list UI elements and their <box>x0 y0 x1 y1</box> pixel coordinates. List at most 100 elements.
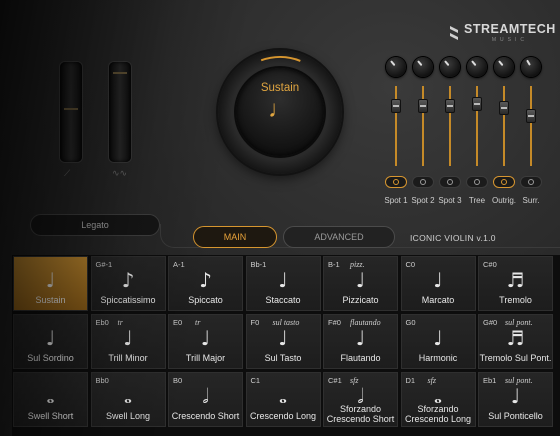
articulation-name: Crescendo Long <box>249 411 317 421</box>
articulation-cell[interactable]: G#-1 ♪ Spiccatissimo <box>90 256 166 311</box>
tab-advanced[interactable]: ADVANCED <box>283 226 395 248</box>
articulation-cell[interactable]: Bb-1 ♩ Staccato <box>245 256 321 311</box>
pan-knob[interactable] <box>386 57 406 77</box>
streamtech-logo-icon <box>450 25 458 40</box>
note-icon: ♩ <box>45 326 56 350</box>
articulation-cell[interactable]: E0 tr ♩ Trill Major <box>168 314 243 369</box>
articulation-name: Sforzando Crescendo Long <box>404 404 472 424</box>
articulation-cell[interactable]: Bb0 𝅝 Swell Long <box>90 372 166 427</box>
articulation-name: Spiccatissimo <box>100 295 156 305</box>
note-icon: ♩ <box>355 268 366 292</box>
articulation-cell[interactable]: B0 𝅗𝅥 Crescendo Short <box>168 372 243 427</box>
brand-sub: MUSIC <box>491 37 528 43</box>
articulation-cell[interactable]: D1 sfz 𝅝 Sforzando Crescendo Long <box>400 372 476 427</box>
articulation-name: Sul Tasto <box>264 353 302 363</box>
articulation-name: Tremolo Sul Pont. <box>479 353 552 363</box>
note-icon: 𝅗𝅥 <box>202 384 209 408</box>
articulation-cell[interactable]: F0 sul tasto ♩ Sul Tasto <box>245 314 321 369</box>
note-icon: ♩ <box>123 326 133 350</box>
articulation-cell[interactable]: G0 ♩ Harmonic <box>400 314 476 369</box>
note-icon: ♩ <box>510 384 521 408</box>
articulation-name: Flautando <box>340 353 381 363</box>
expression-icon: ⟋ <box>64 168 71 178</box>
note-icon: ♪ <box>121 268 135 292</box>
fader-track <box>503 86 505 166</box>
note-icon: ♪ <box>199 268 212 292</box>
tab-main[interactable]: MAIN <box>193 226 277 248</box>
articulation-name: Swell Short <box>27 411 74 421</box>
pan-knob[interactable] <box>467 57 487 77</box>
mic-toggle-button[interactable] <box>412 176 434 188</box>
note-icon: ♩ <box>433 326 443 350</box>
mic-toggle-button[interactable] <box>385 176 407 188</box>
pan-knob[interactable] <box>494 57 514 77</box>
fader-track <box>530 86 532 166</box>
note-icon: ♬ <box>506 268 525 292</box>
articulation-name: Trill Minor <box>108 353 148 363</box>
instrument-panel: STREAMTECH MUSIC ⟋ ∿∿ Sustain ♩ Spot 1 Sp… <box>0 0 560 436</box>
articulation-cell[interactable]: C#1 sfz 𝅗𝅥 Sforzando Crescendo Short <box>323 372 398 427</box>
note-icon: ♬ <box>506 326 525 350</box>
expression-wheel[interactable] <box>60 62 82 162</box>
articulation-name: Harmonic <box>418 353 458 363</box>
articulation-cell[interactable]: G#0 sul pont. ♬ Tremolo Sul Pont. <box>478 314 553 369</box>
articulation-cell[interactable]: F#0 flautando ♩ Flautando <box>323 314 398 369</box>
fader-handle[interactable] <box>472 96 482 111</box>
articulation-name: Marcato <box>421 295 455 305</box>
note-icon: ♩ <box>278 326 288 350</box>
mic-toggle-button[interactable] <box>520 176 542 188</box>
articulation-name: Crescendo Short <box>171 411 240 421</box>
articulation-cell[interactable]: ♩ Sul Sordino <box>13 314 88 369</box>
legato-button[interactable]: Legato <box>30 214 160 236</box>
articulation-name: Sustain <box>35 295 66 305</box>
articulation-cell[interactable]: C#0 ♬ Tremolo <box>478 256 553 311</box>
mic-toggle-button[interactable] <box>439 176 461 188</box>
articulation-name: Sul Sordino <box>27 353 74 363</box>
note-icon: ♩ <box>278 268 288 292</box>
brand-logo: STREAMTECH MUSIC <box>448 22 556 43</box>
mic-label: Surr. <box>522 196 540 205</box>
articulation-knob[interactable]: Sustain ♩ <box>236 68 324 156</box>
articulation-cell[interactable]: Eb1 sul pont. ♩ Sul Ponticello <box>478 372 553 427</box>
articulation-cell[interactable]: Eb0 tr ♩ Trill Minor <box>90 314 166 369</box>
articulation-name: Staccato <box>265 295 301 305</box>
mic-toggle-button[interactable] <box>493 176 515 188</box>
fader-handle[interactable] <box>418 99 428 113</box>
mic-toggle-button[interactable] <box>466 176 488 188</box>
note-icon: ♩ <box>45 268 56 292</box>
fader-track <box>422 86 424 166</box>
pan-knob[interactable] <box>521 57 541 77</box>
fader-track <box>395 86 397 166</box>
vibrato-wheel[interactable] <box>109 62 131 162</box>
note-icon: ♩ <box>433 268 443 292</box>
articulation-name: Trill Major <box>185 353 226 363</box>
fader-handle[interactable] <box>445 99 455 113</box>
note-icon: 𝅝 <box>124 384 132 408</box>
fader-handle[interactable] <box>526 109 536 124</box>
note-icon: 𝅝 <box>279 384 287 408</box>
brand-name: STREAMTECH <box>464 22 556 36</box>
articulation-cell[interactable]: C0 ♩ Marcato <box>400 256 476 311</box>
articulation-cell[interactable]: ♩ Sustain <box>13 256 88 311</box>
articulation-name: Pizzicato <box>342 295 379 305</box>
fader-handle[interactable] <box>391 99 401 113</box>
articulation-cell[interactable]: C1 𝅝 Crescendo Long <box>245 372 321 427</box>
articulation-cell[interactable]: A-1 ♪ Spiccato <box>168 256 243 311</box>
articulation-grid: ♩ Sustain G#-1 ♪ Spiccatissimo A-1 ♪ Spiccato Bb… <box>12 255 560 436</box>
pan-knob[interactable] <box>413 57 433 77</box>
fader-handle[interactable] <box>499 101 509 116</box>
product-version: ICONIC VIOLIN v.1.0 <box>410 233 496 243</box>
quarter-note-icon: ♩ <box>268 96 292 123</box>
articulation-cell[interactable]: B-1 pizz. ♩ Pizzicato <box>323 256 398 311</box>
pan-knob[interactable] <box>440 57 460 77</box>
knob-label: Sustain <box>260 82 300 94</box>
articulation-name: Tremolo <box>499 295 532 305</box>
articulation-name: Sul Ponticello <box>488 411 543 421</box>
note-icon: ♩ <box>355 326 366 350</box>
note-icon: 𝅝 <box>46 384 55 408</box>
fader-track <box>449 86 451 166</box>
articulation-name: Swell Long <box>105 411 151 421</box>
articulation-cell[interactable]: 𝅝 Swell Short <box>13 372 88 427</box>
articulation-name: Sforzando Crescendo Short <box>326 404 395 424</box>
note-icon: ♩ <box>200 326 211 350</box>
